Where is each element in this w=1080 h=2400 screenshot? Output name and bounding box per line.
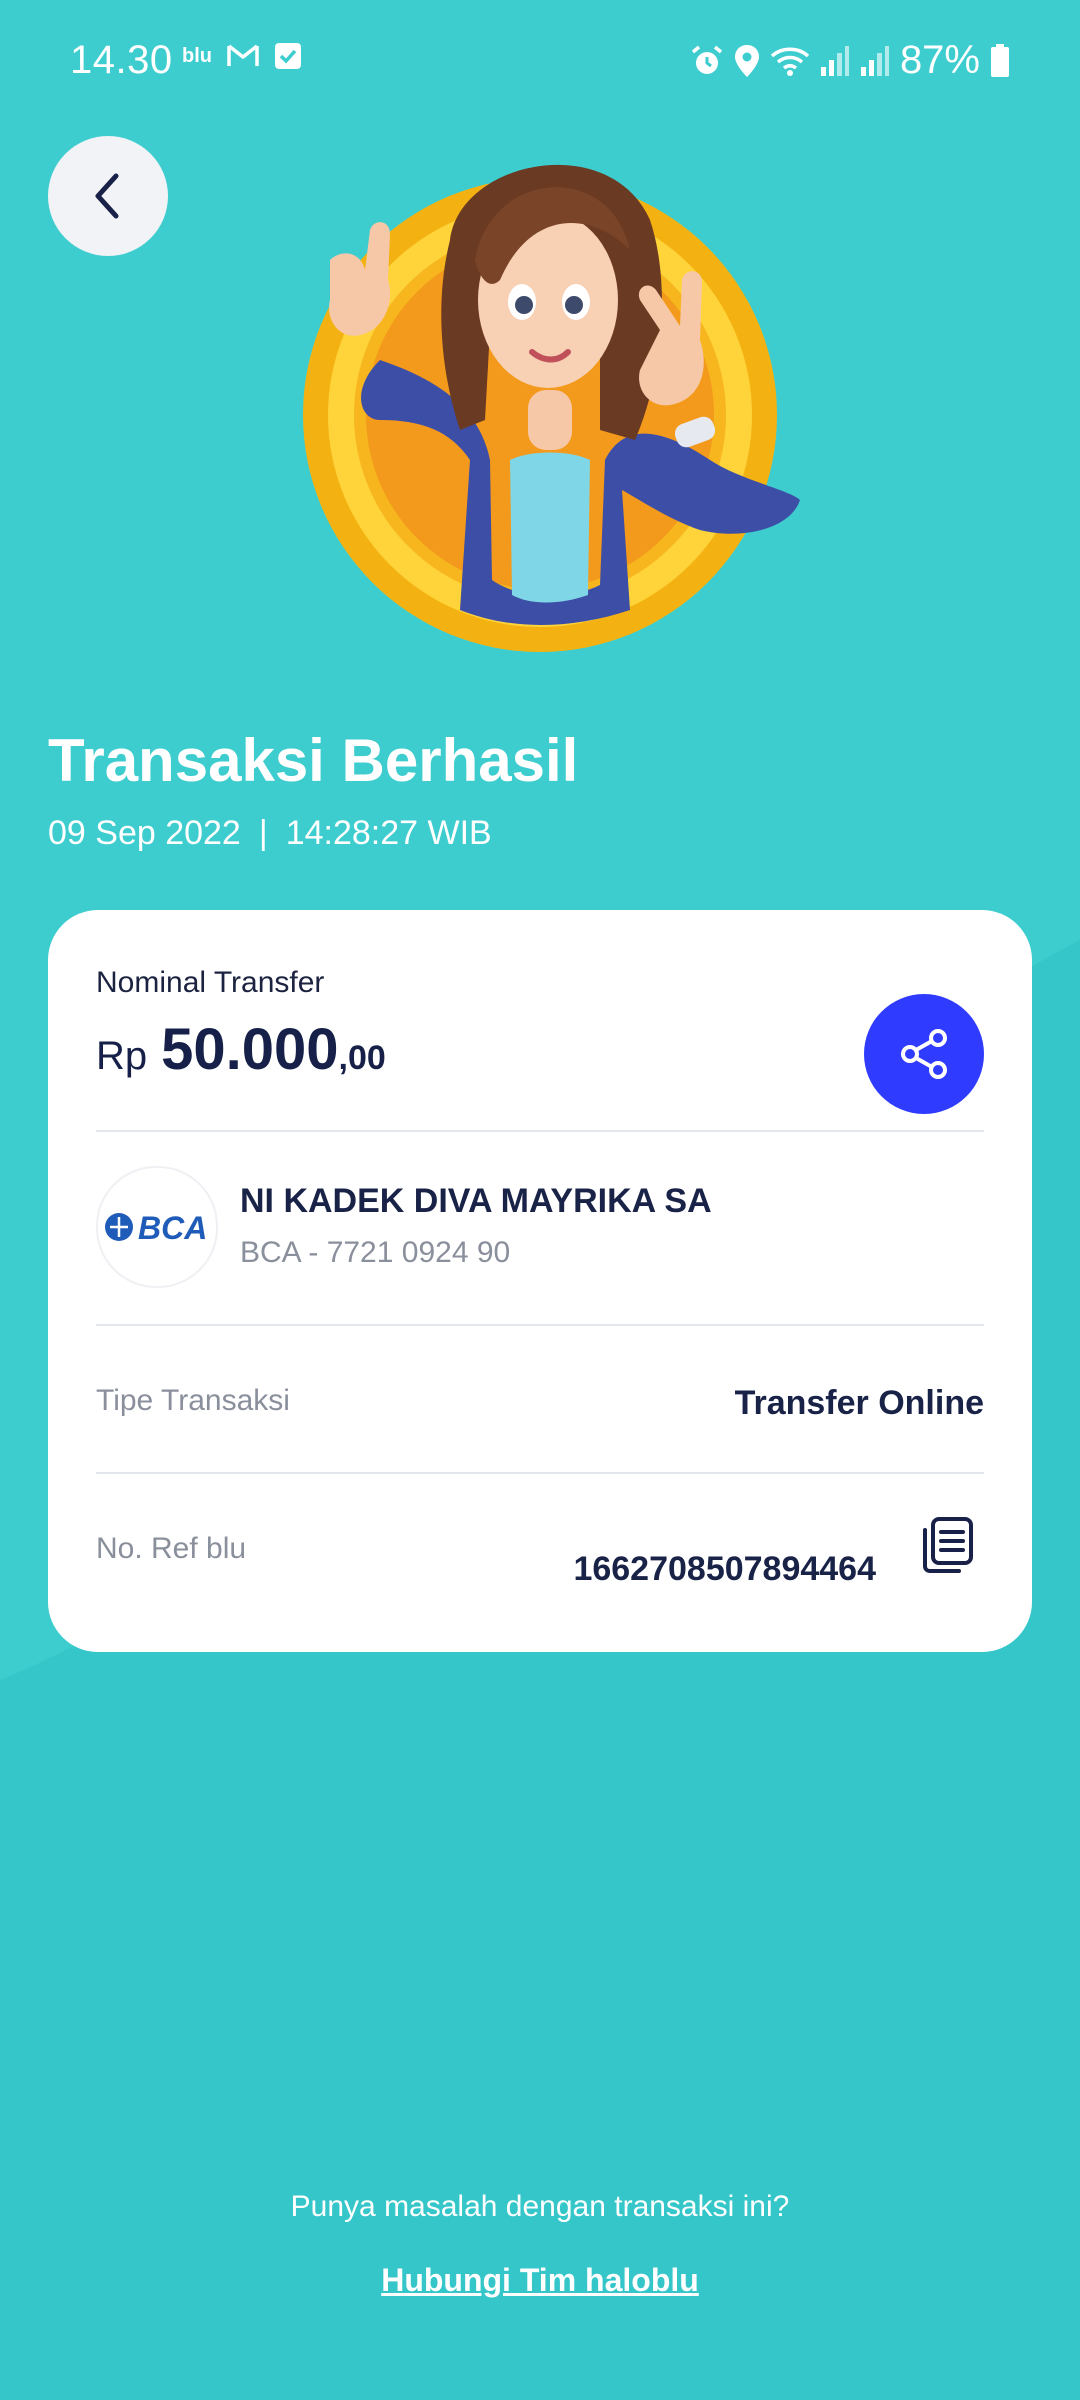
checkbox-icon (275, 43, 301, 69)
location-icon (734, 44, 759, 77)
help-question: Punya masalah dengan transaksi ini? (290, 2190, 790, 2223)
page-title: Transaksi Berhasil (48, 727, 579, 794)
bca-logo-text: BCA (138, 1210, 207, 1246)
divider (96, 1130, 984, 1132)
battery-percentage: 87% (899, 38, 980, 82)
signal-icon (820, 45, 849, 76)
transaction-type-label: Tipe Transaksi (96, 1384, 290, 1417)
reference-number: 1662708507894464 (573, 1550, 876, 1588)
bca-emblem-icon: BCA (105, 1210, 207, 1246)
blu-app-icon: blu (182, 44, 212, 67)
status-time: 14.30 (70, 38, 173, 82)
receipt-card: Nominal Transfer Rp 50.000 ,00 BCA NI KA… (48, 910, 1032, 1652)
gmail-icon (227, 44, 259, 66)
share-icon (901, 1029, 947, 1079)
recipient-account: BCA - 7721 0924 90 (240, 1236, 511, 1269)
recipient-name: NI KADEK DIVA MAYRIKA SA (240, 1182, 712, 1220)
battery-icon (991, 43, 1009, 77)
amount-decimal: ,00 (338, 1039, 386, 1077)
bca-logo: BCA (96, 1166, 218, 1288)
copy-icon (923, 1517, 973, 1573)
currency-symbol: Rp (96, 1034, 148, 1078)
reference-label: No. Ref blu (96, 1532, 247, 1565)
signal-icon-2 (860, 45, 889, 76)
system-icons: 87% (690, 38, 1010, 83)
contact-support-link[interactable]: Hubungi Tim haloblu (0, 2262, 1080, 2299)
chevron-left-icon (95, 173, 119, 219)
divider (96, 1324, 984, 1326)
copy-button[interactable] (916, 1514, 978, 1576)
recipient-row: BCA NI KADEK DIVA MAYRIKA SA BCA - 7721 … (96, 1166, 984, 1288)
alarm-icon (691, 45, 723, 74)
transaction-type-value: Transfer Online (734, 1384, 984, 1422)
wifi-icon (770, 47, 810, 76)
amount-main: 50.000 (161, 1017, 339, 1082)
notification-icons: blu (182, 42, 302, 70)
transaction-date: 09 Sep 2022 (48, 814, 241, 852)
nominal-label: Nominal Transfer (96, 966, 325, 999)
share-button[interactable] (864, 994, 984, 1114)
transaction-time: 14:28:27 WIB (285, 814, 492, 852)
success-illustration (303, 164, 800, 652)
transfer-amount: Rp 50.000 ,00 (96, 1016, 386, 1083)
transaction-datetime: 09 Sep 2022 | 14:28:27 WIB (48, 814, 492, 853)
datetime-separator: | (258, 814, 268, 852)
divider (96, 1472, 984, 1474)
back-button[interactable] (48, 136, 168, 256)
status-bar: 14.30 blu 87% (0, 0, 1080, 124)
